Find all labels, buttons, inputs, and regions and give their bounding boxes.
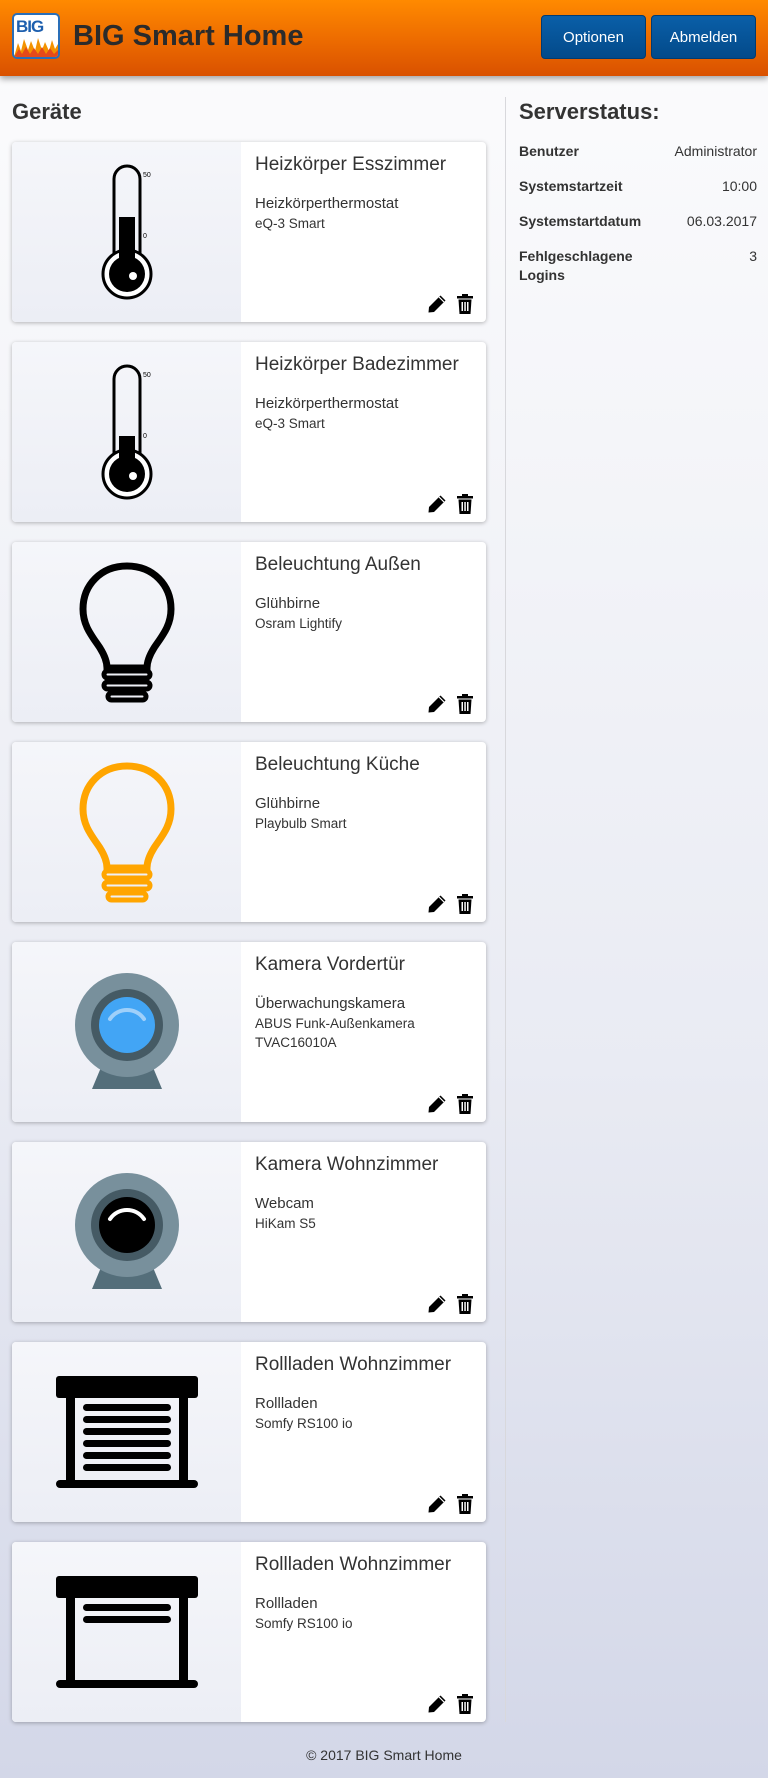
device-name: Rollladen Wohnzimmer — [255, 1554, 452, 1575]
device-image — [12, 742, 241, 922]
device-type: Rollladen — [255, 1395, 318, 1412]
device-model: Somfy RS100 io — [255, 1616, 353, 1631]
status-key: Fehlgeschlagene Logins — [519, 248, 633, 283]
device-model: Osram Lightify — [255, 616, 343, 631]
delete-trash-icon[interactable] — [454, 1493, 475, 1515]
device-image: 50 0 — [12, 342, 241, 522]
status-key: Systemstartdatum — [519, 213, 642, 229]
status-row-user: Benutzer Administrator — [519, 142, 757, 161]
delete-trash-icon[interactable] — [454, 693, 475, 715]
delete-trash-icon[interactable] — [454, 1693, 475, 1715]
device-list: 50 0 Heizkörper Esszimmer Heizkörperther… — [12, 142, 486, 1742]
shutter-open-icon — [55, 1576, 198, 1688]
device-name: Kamera Vordertür — [255, 954, 405, 975]
status-value: 06.03.2017 — [686, 213, 757, 229]
device-image — [12, 542, 241, 722]
device-type: Überwachungskamera — [255, 995, 406, 1012]
app-header: BIG BIG Smart Home Optionen Abmelden — [0, 0, 768, 76]
delete-trash-icon[interactable] — [454, 1093, 475, 1115]
device-type: Glühbirne — [255, 595, 321, 612]
edit-pencil-icon[interactable] — [426, 1693, 447, 1715]
edit-pencil-icon[interactable] — [426, 1493, 447, 1515]
device-image: 50 0 — [12, 142, 241, 322]
device-model: ABUS Funk-Außenkamera TVAC16010A — [255, 1016, 415, 1050]
status-value: Administrator — [674, 143, 757, 159]
big-logo[interactable]: BIG — [12, 13, 60, 59]
logo-flames-icon — [14, 38, 58, 57]
device-model: Somfy RS100 io — [255, 1416, 353, 1431]
device-name: Rollladen Wohnzimmer — [255, 1354, 452, 1375]
status-value: 10:00 — [721, 178, 757, 194]
options-button[interactable]: Optionen — [541, 15, 646, 59]
status-key: Benutzer — [519, 143, 579, 159]
scale-zero-label: 0 — [143, 233, 147, 240]
device-model: Playbulb Smart — [255, 816, 347, 831]
delete-trash-icon[interactable] — [454, 293, 475, 315]
edit-pencil-icon[interactable] — [426, 1293, 447, 1315]
device-card: 50 0 Heizkörper Esszimmer Heizkörperther… — [12, 142, 486, 322]
scale-zero-label: 0 — [143, 433, 147, 440]
edit-pencil-icon[interactable] — [426, 1093, 447, 1115]
delete-trash-icon[interactable] — [454, 493, 475, 515]
device-card: Rollladen Wohnzimmer Rollladen Somfy RS1… — [12, 1342, 486, 1522]
light-bulb-on-icon — [78, 762, 175, 903]
edit-pencil-icon[interactable] — [426, 493, 447, 515]
status-key: Systemstartzeit — [519, 178, 623, 194]
device-image — [12, 942, 241, 1122]
thermometer-icon: 50 0 — [101, 364, 152, 500]
security-camera-icon — [74, 973, 179, 1089]
shutter-closed-icon — [55, 1376, 198, 1488]
server-status-table: Benutzer Administrator Systemstartzeit 1… — [519, 142, 757, 301]
webcam-icon — [74, 1173, 179, 1289]
delete-trash-icon[interactable] — [454, 1293, 475, 1315]
device-name: Heizkörper Esszimmer — [255, 154, 447, 175]
device-model: eQ-3 Smart — [255, 416, 325, 431]
device-image — [12, 1142, 241, 1322]
column-divider — [505, 97, 506, 1722]
footer-copyright: © 2017 BIG Smart Home — [306, 1747, 462, 1763]
edit-pencil-icon[interactable] — [426, 293, 447, 315]
device-type: Glühbirne — [255, 795, 321, 812]
edit-pencil-icon[interactable] — [426, 893, 447, 915]
scale-max-label: 50 — [143, 172, 151, 179]
device-model: eQ-3 Smart — [255, 216, 325, 231]
server-status-heading: Serverstatus: — [519, 99, 660, 124]
logout-button[interactable]: Abmelden — [651, 15, 756, 59]
device-type: Webcam — [255, 1195, 314, 1212]
device-name: Heizkörper Badezimmer — [255, 354, 459, 375]
device-type: Heizkörperthermostat — [255, 195, 399, 212]
device-name: Beleuchtung Außen — [255, 554, 421, 575]
device-card: Rollladen Wohnzimmer Rollladen Somfy RS1… — [12, 1542, 486, 1722]
device-card: Beleuchtung Küche Glühbirne Playbulb Sma… — [12, 742, 486, 922]
device-type: Rollladen — [255, 1595, 318, 1612]
device-card: Kamera Wohnzimmer Webcam HiKam S5 — [12, 1142, 486, 1322]
device-card: Beleuchtung Außen Glühbirne Osram Lighti… — [12, 542, 486, 722]
device-model: HiKam S5 — [255, 1216, 316, 1231]
device-type: Heizkörperthermostat — [255, 395, 399, 412]
device-card: 50 0 Heizkörper Badezimmer Heizkörperthe… — [12, 342, 486, 522]
scale-max-label: 50 — [143, 372, 151, 379]
light-bulb-off-icon — [78, 562, 175, 703]
device-image — [12, 1542, 241, 1722]
status-row-start-date: Systemstartdatum 06.03.2017 — [519, 212, 757, 231]
device-name: Beleuchtung Küche — [255, 754, 420, 775]
thermometer-icon: 50 0 — [101, 164, 152, 300]
devices-heading: Geräte — [12, 99, 82, 124]
edit-pencil-icon[interactable] — [426, 693, 447, 715]
status-value: 3 — [749, 248, 757, 264]
status-row-failed-logins: Fehlgeschlagene Logins 3 — [519, 247, 757, 285]
app-title: BIG Smart Home — [73, 20, 304, 52]
status-row-start-time: Systemstartzeit 10:00 — [519, 177, 757, 196]
device-name: Kamera Wohnzimmer — [255, 1154, 439, 1175]
logo-text: BIG — [16, 17, 44, 36]
device-card: Kamera Vordertür Überwachungskamera ABUS… — [12, 942, 486, 1122]
delete-trash-icon[interactable] — [454, 893, 475, 915]
device-image — [12, 1342, 241, 1522]
